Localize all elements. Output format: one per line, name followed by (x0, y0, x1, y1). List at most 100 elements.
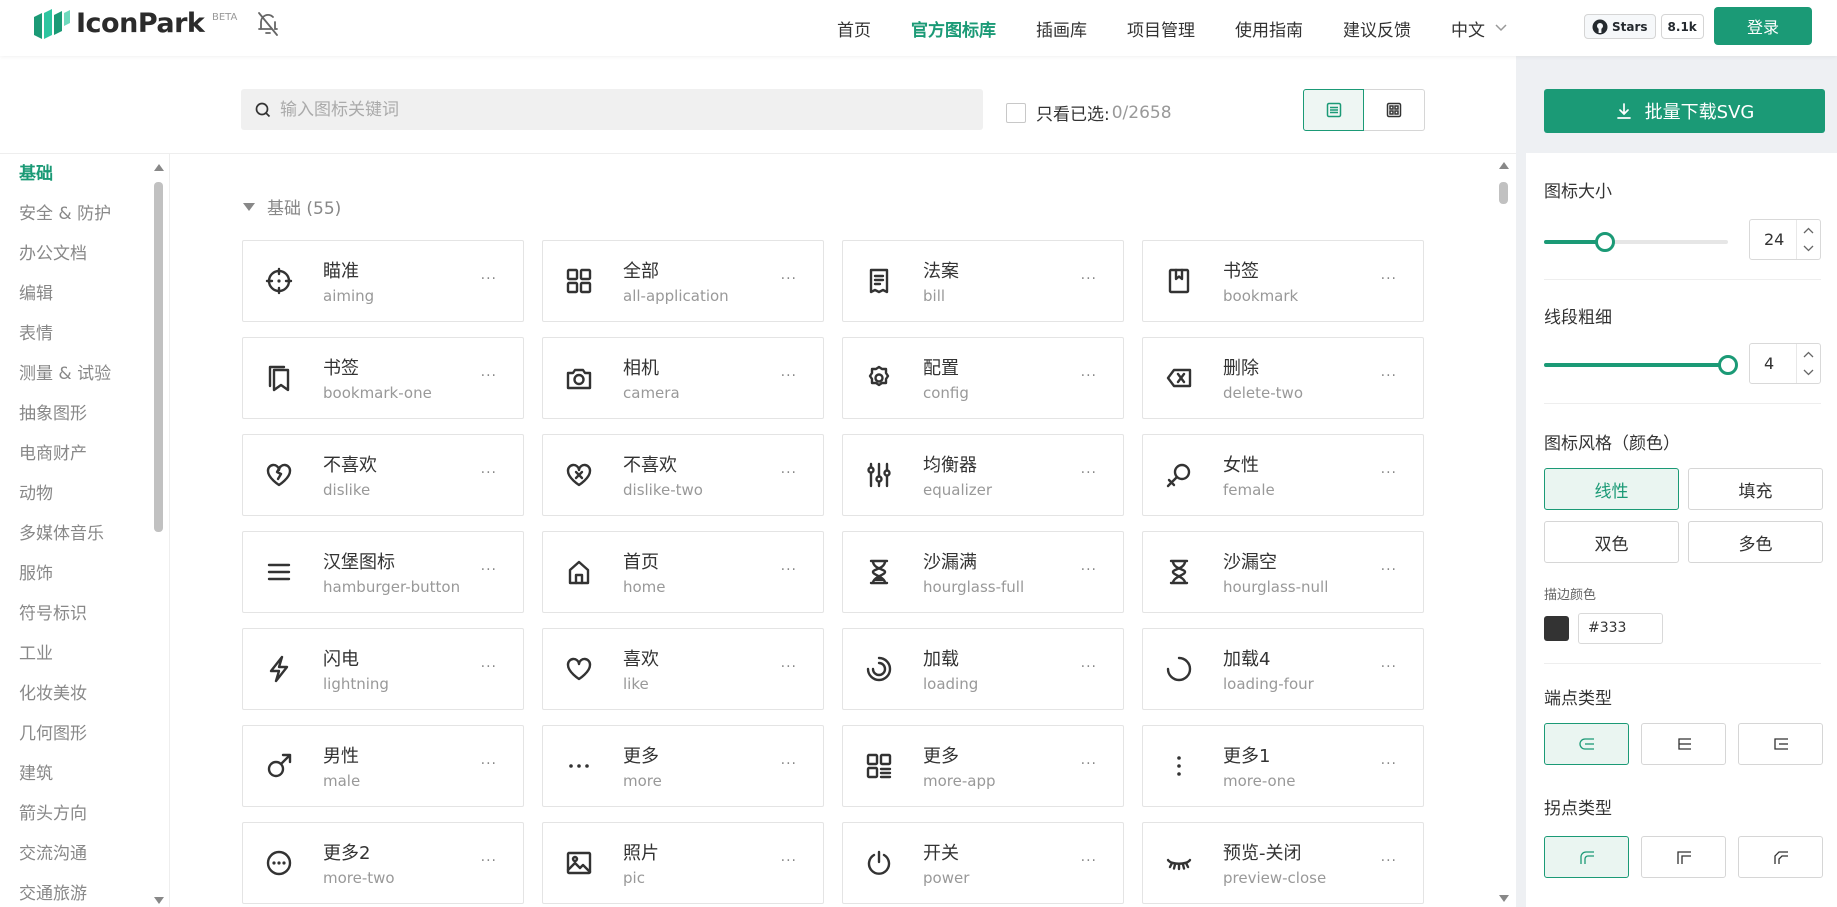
icon-card[interactable]: 沙漏满 hourglass-full ··· (842, 531, 1124, 613)
icon-card[interactable]: 闪电 lightning ··· (242, 628, 524, 710)
more-options-icon[interactable]: ··· (781, 368, 797, 384)
more-options-icon[interactable]: ··· (481, 562, 497, 578)
download-svg-button[interactable]: 批量下载SVG (1544, 89, 1825, 133)
nav-feedback[interactable]: 建议反馈 (1343, 16, 1411, 41)
icon-card[interactable]: 汉堡图标 hamburger-button ··· (242, 531, 524, 613)
sidebar-category-item[interactable]: 测量 & 试验 (0, 354, 169, 394)
more-options-icon[interactable]: ··· (481, 271, 497, 287)
sidebar-category-item[interactable]: 办公文档 (0, 234, 169, 274)
more-options-icon[interactable]: ··· (1381, 465, 1397, 481)
icon-card[interactable]: 删除 delete-two ··· (1142, 337, 1424, 419)
sidebar-category-item[interactable]: 服饰 (0, 554, 169, 594)
more-options-icon[interactable]: ··· (781, 756, 797, 772)
sidebar-category-item[interactable]: 符号标识 (0, 594, 169, 634)
more-options-icon[interactable]: ··· (1381, 562, 1397, 578)
sidebar-scrollbar[interactable] (150, 164, 168, 904)
sidebar-category-item[interactable]: 建筑 (0, 754, 169, 794)
section-header[interactable]: 基础 (55) (243, 194, 341, 219)
nav-official-icons[interactable]: 官方图标库 (911, 16, 996, 41)
style-multi-color-button[interactable]: 多色 (1688, 521, 1823, 563)
more-options-icon[interactable]: ··· (1381, 368, 1397, 384)
icon-card[interactable]: 不喜欢 dislike ··· (242, 434, 524, 516)
style-outline-button[interactable]: 线性 (1544, 468, 1679, 510)
bell-off-icon[interactable] (256, 11, 280, 37)
more-options-icon[interactable]: ··· (781, 562, 797, 578)
icon-card[interactable]: 开关 power ··· (842, 822, 1124, 904)
icon-card[interactable]: 更多 more ··· (542, 725, 824, 807)
icon-card[interactable]: 书签 bookmark-one ··· (242, 337, 524, 419)
more-options-icon[interactable]: ··· (1081, 659, 1097, 675)
sidebar-category-item[interactable]: 表情 (0, 314, 169, 354)
icon-card[interactable]: 瞄准 aiming ··· (242, 240, 524, 322)
github-stars-count[interactable]: 8.1k (1660, 14, 1704, 39)
nav-home[interactable]: 首页 (837, 16, 871, 41)
icon-card[interactable]: 更多2 more-two ··· (242, 822, 524, 904)
sidebar-category-item[interactable]: 几何图形 (0, 714, 169, 754)
stroke-color-input[interactable]: #333 (1578, 613, 1663, 644)
stroke-width-input[interactable]: 4 (1749, 343, 1821, 384)
sidebar-category-item[interactable]: 动物 (0, 474, 169, 514)
size-slider[interactable] (1544, 232, 1728, 252)
icon-card[interactable]: 更多 more-app ··· (842, 725, 1124, 807)
more-options-icon[interactable]: ··· (781, 853, 797, 869)
icon-card[interactable]: 更多1 more-one ··· (1142, 725, 1424, 807)
icon-card[interactable]: 男性 male ··· (242, 725, 524, 807)
more-options-icon[interactable]: ··· (1381, 853, 1397, 869)
search-box[interactable] (241, 89, 983, 130)
icon-card[interactable]: 加载 loading ··· (842, 628, 1124, 710)
language-select[interactable]: 中文 (1451, 16, 1507, 41)
grid-view-button[interactable] (1364, 89, 1425, 131)
more-options-icon[interactable]: ··· (481, 465, 497, 481)
more-options-icon[interactable]: ··· (1081, 465, 1097, 481)
scroll-up-arrow-icon[interactable] (1499, 162, 1509, 169)
icon-card[interactable]: 法案 bill ··· (842, 240, 1124, 322)
icon-card[interactable]: 照片 pic ··· (542, 822, 824, 904)
nav-guide[interactable]: 使用指南 (1235, 16, 1303, 41)
more-options-icon[interactable]: ··· (1081, 271, 1097, 287)
icon-card[interactable]: 女性 female ··· (1142, 434, 1424, 516)
more-options-icon[interactable]: ··· (1081, 756, 1097, 772)
scroll-up-arrow-icon[interactable] (154, 164, 164, 171)
more-options-icon[interactable]: ··· (781, 271, 797, 287)
sidebar-category-item[interactable]: 交通旅游 (0, 874, 169, 907)
icon-card[interactable]: 全部 all-application ··· (542, 240, 824, 322)
sidebar-category-item[interactable]: 编辑 (0, 274, 169, 314)
more-options-icon[interactable]: ··· (1381, 659, 1397, 675)
login-button[interactable]: 登录 (1714, 7, 1812, 45)
logo[interactable]: IconPark (34, 8, 205, 39)
more-options-icon[interactable]: ··· (1081, 368, 1097, 384)
list-view-button[interactable] (1303, 89, 1364, 131)
scroll-down-arrow-icon[interactable] (154, 897, 164, 904)
more-options-icon[interactable]: ··· (481, 853, 497, 869)
github-stars[interactable]: Stars 8.1k (1584, 14, 1704, 39)
only-selected-checkbox[interactable] (1006, 102, 1026, 123)
sidebar-category-item[interactable]: 箭头方向 (0, 794, 169, 834)
sidebar-category-item[interactable]: 安全 & 防护 (0, 194, 169, 234)
chevron-up-icon[interactable] (1803, 351, 1814, 358)
size-input[interactable]: 24 (1749, 219, 1821, 260)
scroll-down-arrow-icon[interactable] (1499, 895, 1509, 902)
stroke-color-swatch[interactable] (1544, 616, 1569, 641)
more-options-icon[interactable]: ··· (1081, 562, 1097, 578)
icon-card[interactable]: 相机 camera ··· (542, 337, 824, 419)
only-selected-filter[interactable]: 只看已选: 0/2658 (1006, 100, 1172, 125)
sidebar-category-item[interactable]: 抽象图形 (0, 394, 169, 434)
nav-illustrations[interactable]: 插画库 (1036, 16, 1087, 41)
icon-card[interactable]: 首页 home ··· (542, 531, 824, 613)
join-round-button[interactable] (1544, 836, 1629, 878)
chevron-down-icon[interactable] (1803, 369, 1814, 376)
chevron-down-icon[interactable] (1803, 245, 1814, 252)
stroke-width-slider-knob[interactable] (1718, 355, 1738, 375)
more-options-icon[interactable]: ··· (781, 465, 797, 481)
size-slider-knob[interactable] (1594, 232, 1615, 252)
stroke-width-stepper[interactable] (1796, 344, 1820, 383)
more-options-icon[interactable]: ··· (481, 368, 497, 384)
more-options-icon[interactable]: ··· (1381, 756, 1397, 772)
sidebar-category-item[interactable]: 化妆美妆 (0, 674, 169, 714)
main-scrollbar[interactable] (1495, 162, 1511, 902)
icon-card[interactable]: 不喜欢 dislike-two ··· (542, 434, 824, 516)
sidebar-category-item[interactable]: 工业 (0, 634, 169, 674)
join-bevel-button[interactable] (1738, 836, 1823, 878)
sidebar-category-item[interactable]: 基础 (0, 154, 169, 194)
icon-card[interactable]: 均衡器 equalizer ··· (842, 434, 1124, 516)
